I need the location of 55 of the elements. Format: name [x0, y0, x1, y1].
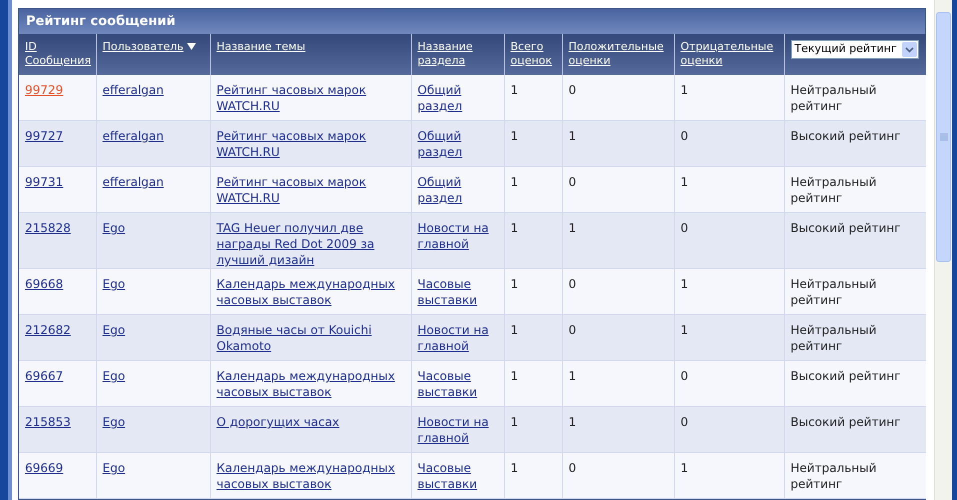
- section-link[interactable]: Часовые выставки: [418, 368, 498, 400]
- topic-link[interactable]: Рейтинг часовых марок WATCH.RU: [216, 128, 404, 160]
- panel-title: Рейтинг сообщений: [19, 9, 925, 34]
- sort-arrow-icon: [186, 43, 196, 50]
- rating-cell: Нейтральный рейтинг: [784, 452, 926, 498]
- message-id-link[interactable]: 215853: [25, 415, 71, 429]
- user-link[interactable]: Ego: [102, 323, 126, 337]
- topic-link[interactable]: TAG Heuer получил две награды Red Dot 2009 за лучший дизайн: [216, 220, 404, 268]
- section-link[interactable]: Общий раздел: [418, 82, 498, 114]
- rating-cell: Нейтральный рейтинг: [784, 166, 926, 212]
- message-id-link[interactable]: 69668: [25, 277, 64, 291]
- positive-count-cell: 0: [562, 452, 674, 498]
- user-link[interactable]: Ego: [102, 415, 126, 429]
- section-link[interactable]: Новости на главной: [418, 414, 498, 446]
- rating-dropdown[interactable]: Текущий рейтинг: [790, 40, 918, 59]
- user-link[interactable]: Ego: [102, 461, 126, 475]
- message-id-link[interactable]: 215828: [25, 221, 71, 235]
- scrollbar-thumb[interactable]: [936, 12, 951, 262]
- section-link[interactable]: Новости на главной: [418, 220, 498, 252]
- user-link[interactable]: efferalgan: [102, 83, 164, 97]
- user-link[interactable]: efferalgan: [102, 129, 164, 143]
- rating-cell: Нейтральный рейтинг: [784, 268, 926, 314]
- topic-link[interactable]: Календарь международных часовых выставок: [216, 276, 404, 308]
- message-id-link[interactable]: 69669: [25, 461, 64, 475]
- dropdown-caret-icon: [902, 42, 916, 57]
- user-link[interactable]: Ego: [102, 221, 126, 235]
- total-count-cell: 1: [504, 452, 562, 498]
- topic-link[interactable]: Водяные часы от Kouichi Okamoto: [216, 322, 404, 354]
- user-link[interactable]: Ego: [102, 369, 126, 383]
- section-link[interactable]: Новости на главной: [418, 322, 498, 354]
- topic-link[interactable]: Рейтинг часовых марок WATCH.RU: [216, 174, 404, 206]
- rating-cell: Высокий рейтинг: [784, 120, 926, 166]
- message-id-link[interactable]: 99727: [25, 129, 64, 143]
- column-header-link[interactable]: Название темы: [216, 40, 306, 54]
- message-id-link[interactable]: 212682: [25, 323, 71, 337]
- topic-link[interactable]: О дорогущих часах: [216, 414, 340, 430]
- section-link[interactable]: Общий раздел: [418, 128, 498, 160]
- user-link[interactable]: Ego: [102, 277, 126, 291]
- section-link[interactable]: Часовые выставки: [418, 460, 498, 492]
- section-link[interactable]: Общий раздел: [418, 174, 498, 206]
- rating-cell: Высокий рейтинг: [784, 406, 926, 452]
- message-id-link[interactable]: 99729: [25, 83, 64, 97]
- rating-cell: Высокий рейтинг: [784, 360, 926, 406]
- topic-link[interactable]: Рейтинг часовых марок WATCH.RU: [216, 82, 404, 114]
- message-id-link[interactable]: 69667: [25, 369, 64, 383]
- topic-link[interactable]: Календарь международных часовых выставок: [216, 368, 404, 400]
- topic-link[interactable]: Календарь международных часовых выставок: [216, 460, 404, 492]
- message-id-link[interactable]: 99731: [25, 175, 64, 189]
- rating-cell: Нейтральный рейтинг: [784, 75, 926, 120]
- rating-cell: Нейтральный рейтинг: [784, 314, 926, 360]
- rating-cell: Высокий рейтинг: [784, 212, 926, 268]
- grip-icon: [940, 133, 948, 141]
- section-link[interactable]: Часовые выставки: [418, 276, 498, 308]
- negative-count-cell: 1: [674, 452, 784, 498]
- user-link[interactable]: efferalgan: [102, 175, 164, 189]
